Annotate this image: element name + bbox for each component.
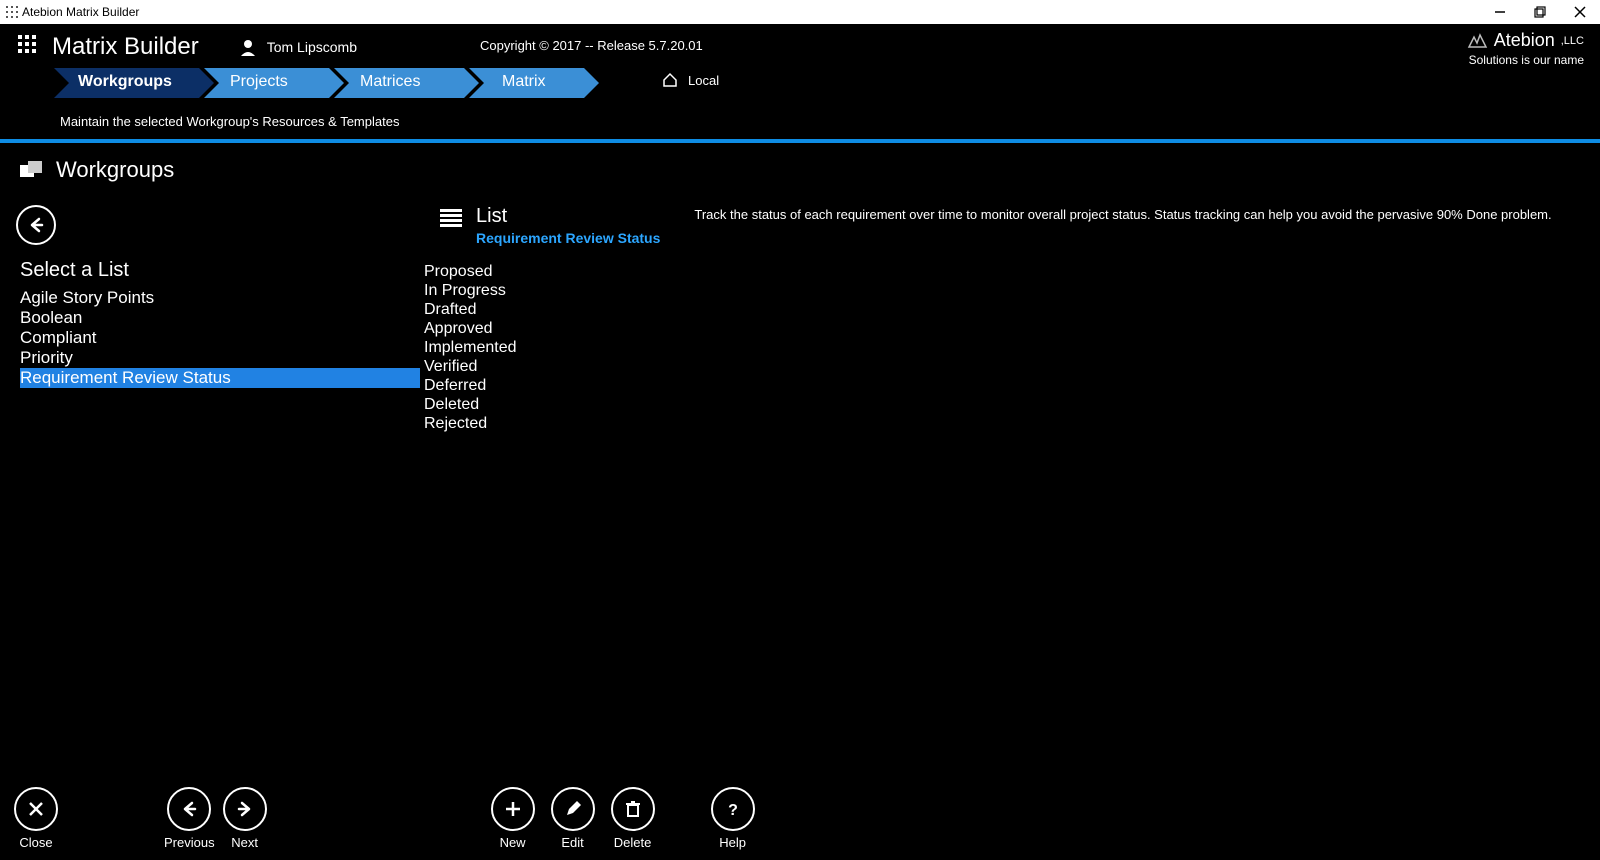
value-item[interactable]: Drafted [424,300,1600,319]
previous-button[interactable]: Previous [164,787,215,850]
breadcrumb-workgroups[interactable] [54,68,214,98]
grid-icon[interactable] [18,35,42,59]
edit-button[interactable]: Edit [551,787,595,850]
svg-text:?: ? [728,802,738,819]
list-option[interactable]: Boolean [20,308,420,328]
help-button[interactable]: ? Help [711,787,755,850]
window-title: Atebion Matrix Builder [22,5,139,19]
button-label: New [500,835,526,850]
detail-values: Proposed In Progress Drafted Approved Im… [424,262,1600,433]
breadcrumb: Workgroups Projects Matrices Matrix Loca… [54,68,1600,98]
copyright-text: Copyright © 2017 -- Release 5.7.20.01 [480,38,703,53]
button-label: Close [19,835,52,850]
detail-heading: List [476,205,660,228]
list-option[interactable]: Agile Story Points [20,288,420,308]
button-label: Delete [614,835,652,850]
brand-suffix: ,LLC [1561,35,1584,47]
list-option-selected[interactable]: Requirement Review Status [20,368,420,388]
user-indicator[interactable]: Tom Lipscomb [239,38,357,56]
arrow-left-icon [179,799,199,819]
value-item[interactable]: Proposed [424,262,1600,281]
sidebar-title: Select a List [20,259,420,282]
value-item[interactable]: Rejected [424,414,1600,433]
home-icon [662,72,678,88]
button-label: Edit [561,835,583,850]
window-minimize-button[interactable] [1480,0,1520,24]
value-item[interactable]: In Progress [424,281,1600,300]
footer-toolbar: Close Previous Next New Edit Delete ? [0,787,1600,850]
value-item[interactable]: Approved [424,319,1600,338]
value-item[interactable]: Verified [424,357,1600,376]
brand-block: Atebion ,LLC Solutions is our name [1466,30,1584,67]
list-option[interactable]: Compliant [20,328,420,348]
window-maximize-button[interactable] [1520,0,1560,24]
app-title: Matrix Builder [52,33,199,61]
workgroups-icon [20,161,42,179]
brand-name: Atebion [1494,30,1555,51]
plus-icon [503,799,523,819]
close-button[interactable]: Close [14,787,58,850]
detail-subheading: Requirement Review Status [476,230,660,246]
brand-tagline: Solutions is our name [1466,53,1584,67]
sidebar-list: Agile Story Points Boolean Compliant Pri… [20,288,420,388]
window-titlebar: Atebion Matrix Builder [0,0,1600,24]
sub-description: Maintain the selected Workgroup's Resour… [60,114,1600,129]
button-label: Previous [164,835,215,850]
button-label: Next [231,835,258,850]
location-indicator[interactable]: Local [662,72,719,88]
value-item[interactable]: Deleted [424,395,1600,414]
new-button[interactable]: New [491,787,535,850]
app-icon [6,6,18,18]
window-close-button[interactable] [1560,0,1600,24]
delete-button[interactable]: Delete [611,787,655,850]
value-item[interactable]: Implemented [424,338,1600,357]
app-header: Matrix Builder Tom Lipscomb Copyright © … [0,24,1600,70]
trash-icon [623,799,643,819]
location-label: Local [688,73,719,88]
arrow-left-icon [26,215,46,235]
user-icon [239,38,257,56]
breadcrumb-projects[interactable] [204,68,344,98]
next-button[interactable]: Next [223,787,267,850]
value-item[interactable]: Deferred [424,376,1600,395]
button-label: Help [719,835,746,850]
pencil-icon [563,799,583,819]
close-icon [26,799,46,819]
section-title: Workgroups [56,157,174,183]
question-icon: ? [723,799,743,819]
list-option[interactable]: Priority [20,348,420,368]
back-button[interactable] [16,205,56,245]
list-icon [440,207,462,229]
brand-icon [1466,33,1488,49]
breadcrumb-matrix[interactable] [469,68,599,98]
detail-description: Track the status of each requirement ove… [694,207,1551,222]
arrow-right-icon [235,799,255,819]
breadcrumb-matrices[interactable] [334,68,479,98]
user-name: Tom Lipscomb [267,39,357,55]
